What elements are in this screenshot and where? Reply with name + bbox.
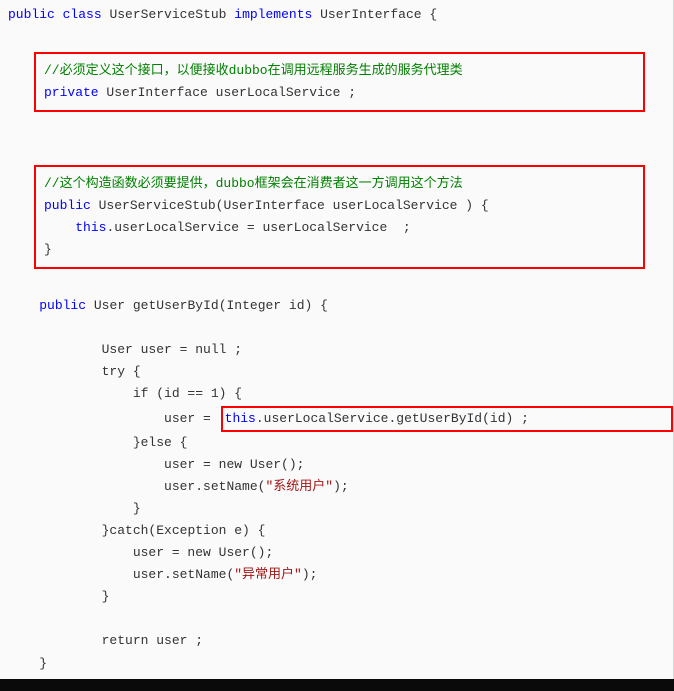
m-l11a: user.setName( [133, 567, 234, 582]
method-sig: getUserById(Integer id) { [133, 298, 328, 313]
kw-public2: public [44, 198, 91, 213]
ctor-assign: .userLocalService = userLocalService ; [106, 220, 410, 235]
m-l7s: "系统用户" [265, 479, 333, 494]
iface-name: UserInterface [320, 7, 421, 22]
class-name: UserServiceStub [109, 7, 226, 22]
kw-this: this [75, 220, 106, 235]
comment-ctor: //这个构造函数必须要提供，dubbo框架会在消费者这一方调用这个方法 [44, 176, 463, 191]
kw-this2: this [225, 411, 256, 426]
m-l1: User user = null ; [102, 342, 242, 357]
m-ret: return user ; [102, 633, 203, 648]
m-l11s: "异常用户" [234, 567, 302, 582]
m-l12: } [102, 589, 110, 604]
m-l9: }catch(Exception e) { [102, 523, 266, 538]
highlight-box-ctor: //这个构造函数必须要提供，dubbo框架会在消费者这一方调用这个方法 publ… [34, 165, 645, 269]
highlight-box-field: //必须定义这个接口，以便接收dubbo在调用远程服务生成的服务代理类 priv… [34, 52, 645, 112]
field-type: UserInterface [106, 85, 207, 100]
m-l6: user = new User(); [164, 457, 304, 472]
ctor-sig: UserServiceStub(UserInterface userLocalS… [99, 198, 489, 213]
m-l11b: ); [302, 567, 318, 582]
m-l4a: user = [164, 411, 219, 426]
ret-type: User [94, 298, 125, 313]
brace: { [422, 7, 438, 22]
kw-public3: public [39, 298, 86, 313]
code-block: public class UserServiceStub implements … [0, 0, 674, 679]
m-close: } [39, 656, 47, 671]
kw-private: private [44, 85, 99, 100]
m-l7a: user.setName( [164, 479, 265, 494]
kw-class: class [63, 7, 102, 22]
m-l8: } [133, 501, 141, 516]
m-l3a: if (id == [133, 386, 211, 401]
kw-public: public [8, 7, 55, 22]
m-l3b: 1) { [211, 386, 242, 401]
m-l2: try { [102, 364, 141, 379]
taskbar [0, 679, 674, 691]
m-l5: }else { [133, 435, 188, 450]
m-l4b: .userLocalService.getUserById(id) ; [256, 411, 529, 426]
field-name: userLocalService ; [216, 85, 356, 100]
m-l10: user = new User(); [133, 545, 273, 560]
kw-implements: implements [234, 7, 312, 22]
m-l7b: ); [333, 479, 349, 494]
ctor-close: } [44, 242, 52, 257]
highlight-box-call: this.userLocalService.getUserById(id) ; [221, 406, 674, 432]
comment-field: //必须定义这个接口，以便接收dubbo在调用远程服务生成的服务代理类 [44, 63, 463, 78]
class-declaration: public class UserServiceStub implements … [8, 4, 665, 26]
